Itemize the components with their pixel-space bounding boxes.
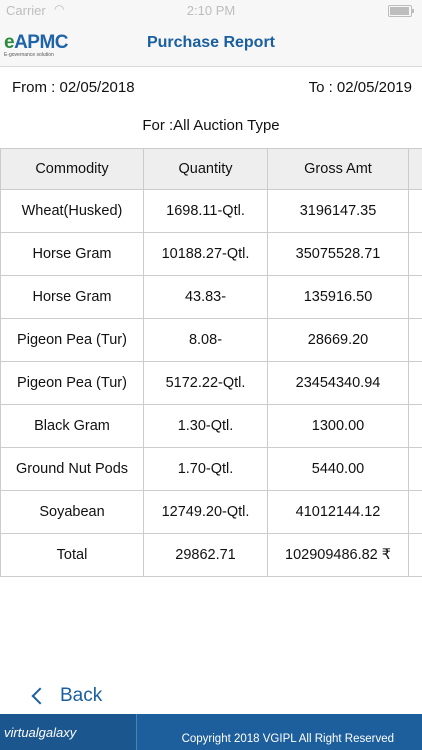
quantity-cell: 12749.20-Qtl. bbox=[143, 490, 268, 534]
quantity-cell: 5172.22-Qtl. bbox=[143, 361, 268, 405]
commodity-cell: Horse Gram bbox=[0, 275, 144, 319]
quantity-cell: 1.70-Qtl. bbox=[143, 447, 268, 491]
extra-cell bbox=[408, 533, 422, 577]
commodity-cell: Horse Gram bbox=[0, 232, 144, 276]
footer: virtualgalaxy Copyright 2018 VGIPL All R… bbox=[0, 714, 422, 750]
header-quantity: Quantity bbox=[143, 148, 268, 190]
extra-cell bbox=[408, 361, 422, 405]
brand-text: virtualgalaxy bbox=[4, 725, 77, 740]
auction-type: For :All Auction Type bbox=[142, 117, 280, 134]
nav-bar: eAPMC E-governance solution Purchase Rep… bbox=[0, 22, 422, 67]
table-row: Horse Gram 43.83- 135916.50 bbox=[0, 275, 422, 319]
gross-amt-cell: 23454340.94 bbox=[267, 361, 409, 405]
quantity-cell: 8.08- bbox=[143, 318, 268, 362]
total-label: Total bbox=[0, 533, 144, 577]
commodity-cell: Wheat(Husked) bbox=[0, 189, 144, 233]
page-title: Purchase Report bbox=[146, 34, 276, 51]
total-quantity: 29862.71 bbox=[143, 533, 268, 577]
header-commodity: Commodity bbox=[0, 148, 144, 190]
gross-amt-cell: 5440.00 bbox=[267, 447, 409, 491]
extra-cell bbox=[408, 189, 422, 233]
from-date: From : 02/05/2018 bbox=[12, 79, 135, 96]
table-row: Pigeon Pea (Tur) 5172.22-Qtl. 23454340.9… bbox=[0, 361, 422, 405]
battery-icon bbox=[388, 5, 414, 17]
copyright-text: Copyright 2018 VGIPL All Right Reserved bbox=[181, 733, 394, 745]
commodity-cell: Soyabean bbox=[0, 490, 144, 534]
table-row: Ground Nut Pods 1.70-Qtl. 5440.00 bbox=[0, 447, 422, 491]
extra-cell bbox=[408, 232, 422, 276]
gross-amt-cell: 28669.20 bbox=[267, 318, 409, 362]
commodity-cell: Black Gram bbox=[0, 404, 144, 448]
extra-cell bbox=[408, 404, 422, 448]
gross-amt-cell: 1300.00 bbox=[267, 404, 409, 448]
back-label: Back bbox=[60, 685, 103, 706]
quantity-cell: 10188.27-Qtl. bbox=[143, 232, 268, 276]
table-row: Black Gram 1.30-Qtl. 1300.00 bbox=[0, 404, 422, 448]
table-row: Horse Gram 10188.27-Qtl. 35075528.71 bbox=[0, 232, 422, 276]
extra-cell bbox=[408, 447, 422, 491]
to-date: To : 02/05/2019 bbox=[308, 79, 412, 96]
commodity-cell: Pigeon Pea (Tur) bbox=[0, 318, 144, 362]
gross-amt-cell: 35075528.71 bbox=[267, 232, 409, 276]
table-row: Pigeon Pea (Tur) 8.08- 28669.20 bbox=[0, 318, 422, 362]
table-row: Soyabean 12749.20-Qtl. 41012144.12 bbox=[0, 490, 422, 534]
status-bar: Carrier ◠ 2:10 PM bbox=[0, 0, 422, 22]
back-button[interactable]: Back bbox=[31, 685, 103, 707]
header-extra-column bbox=[408, 148, 422, 190]
extra-cell bbox=[408, 318, 422, 362]
gross-amt-cell: 3196147.35 bbox=[267, 189, 409, 233]
status-time: 2:10 PM bbox=[186, 3, 236, 18]
extra-cell bbox=[408, 490, 422, 534]
extra-cell bbox=[408, 275, 422, 319]
virtualgalaxy-logo: virtualgalaxy bbox=[0, 714, 137, 750]
table-row: Wheat(Husked) 1698.11-Qtl. 3196147.35 bbox=[0, 189, 422, 233]
table-header-row: Commodity Quantity Gross Amt bbox=[0, 148, 422, 190]
purchase-report-table: Commodity Quantity Gross Amt Wheat(Huske… bbox=[0, 148, 422, 577]
gross-amt-cell: 41012144.12 bbox=[267, 490, 409, 534]
total-row: Total 29862.71 102909486.82 ₹ bbox=[0, 533, 422, 577]
quantity-cell: 1698.11-Qtl. bbox=[143, 189, 268, 233]
total-gross-amt: 102909486.82 ₹ bbox=[267, 533, 409, 577]
gross-amt-cell: 135916.50 bbox=[267, 275, 409, 319]
commodity-cell: Pigeon Pea (Tur) bbox=[0, 361, 144, 405]
commodity-cell: Ground Nut Pods bbox=[0, 447, 144, 491]
header-gross-amt: Gross Amt bbox=[267, 148, 409, 190]
quantity-cell: 43.83- bbox=[143, 275, 268, 319]
chevron-left-icon bbox=[31, 687, 49, 705]
quantity-cell: 1.30-Qtl. bbox=[143, 404, 268, 448]
